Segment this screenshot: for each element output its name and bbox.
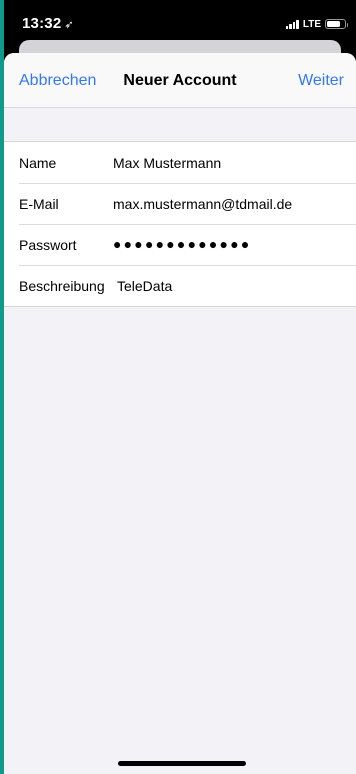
clock: 13:32: [22, 15, 62, 32]
name-label: Name: [19, 154, 57, 171]
navigation-bar: Abbrechen Neuer Account Weiter: [4, 53, 356, 108]
password-label: Passwort: [19, 236, 77, 253]
account-form: Name Max Mustermann E-Mail max.musterman…: [4, 141, 356, 307]
status-indicators: LTE: [285, 17, 348, 31]
signal-icon: [285, 19, 299, 29]
next-button[interactable]: Weiter: [298, 72, 344, 90]
description-row[interactable]: Beschreibung TeleData: [4, 265, 356, 306]
phone-screen: 13:32 ➶ LTE Abbrechen Neuer Account Weite…: [4, 0, 356, 774]
network-type: LTE: [302, 18, 321, 30]
name-row[interactable]: Name Max Mustermann: [4, 142, 356, 183]
password-field[interactable]: ●●●●●●●●●●●●●: [113, 236, 348, 252]
status-bar: 13:32 ➶ LTE: [4, 0, 356, 44]
description-label: Beschreibung: [19, 277, 105, 294]
description-field[interactable]: TeleData: [117, 278, 348, 294]
battery-level: [327, 21, 340, 27]
home-indicator[interactable]: [118, 761, 246, 766]
location-icon: ➶: [64, 19, 74, 31]
status-time: 13:32 ➶: [22, 15, 74, 32]
password-row[interactable]: Passwort ●●●●●●●●●●●●●: [4, 224, 356, 265]
email-label: E-Mail: [19, 195, 59, 212]
new-account-sheet: Abbrechen Neuer Account Weiter Name Max …: [4, 53, 356, 774]
battery-icon: [325, 19, 348, 29]
cancel-button[interactable]: Abbrechen: [19, 72, 96, 90]
email-row[interactable]: E-Mail max.mustermann@tdmail.de: [4, 183, 356, 224]
email-field[interactable]: max.mustermann@tdmail.de: [113, 196, 348, 212]
name-field[interactable]: Max Mustermann: [113, 155, 348, 171]
